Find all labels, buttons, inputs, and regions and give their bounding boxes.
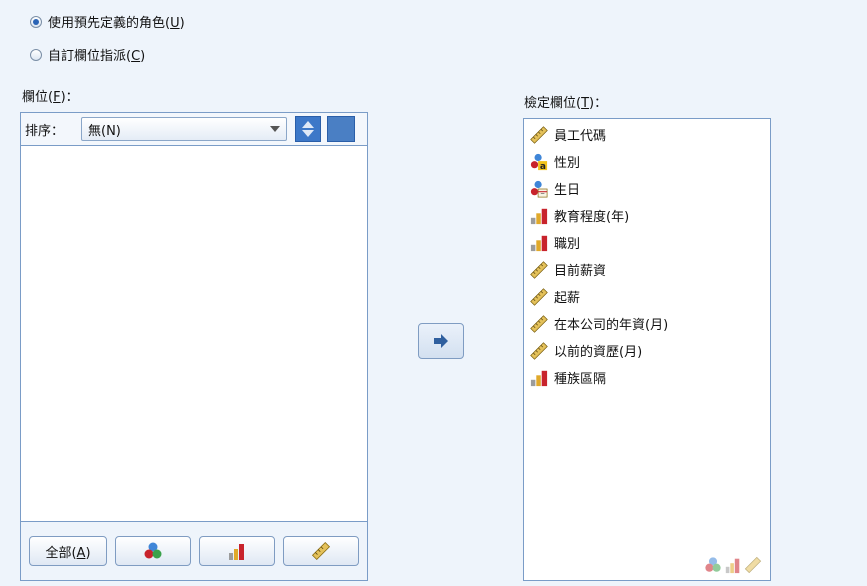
scale-ruler-icon: [530, 314, 554, 333]
svg-text:a: a: [540, 162, 546, 171]
fields-heading: 欄位(F)：: [22, 90, 79, 105]
ordinal-bar-icon: [530, 369, 554, 387]
ordinal-bar-icon: [530, 207, 554, 225]
scale-filter-button[interactable]: [283, 536, 359, 566]
fields-list[interactable]: [20, 145, 368, 522]
target-field-label: 目前薪資: [554, 264, 607, 279]
sort-select-value: 無(N): [88, 123, 121, 139]
target-field-label: 員工代碼: [554, 129, 607, 144]
target-field-item[interactable]: 職別: [530, 229, 770, 256]
target-field-item[interactable]: 目前薪資: [530, 256, 770, 283]
target-field-item[interactable]: 教育程度(年): [530, 202, 770, 229]
scale-ruler-icon: [744, 556, 762, 574]
all-button[interactable]: 全部(A): [29, 536, 107, 566]
radio-custom-assignment[interactable]: 自訂欄位指派(C): [30, 45, 145, 64]
radio-custom-label: 自訂欄位指派: [48, 49, 127, 64]
nominal-icon: [144, 542, 162, 559]
target-field-item[interactable]: 生日: [530, 175, 770, 202]
target-label: 檢定欄位: [524, 96, 577, 111]
radio-indicator-selected[interactable]: [30, 15, 42, 28]
target-field-label: 以前的資歷(月): [554, 345, 643, 360]
nominal-string-icon: a: [530, 153, 554, 171]
scale-ruler-icon: [530, 260, 554, 279]
radio-predefined-roles[interactable]: 使用預先定義的角色(U): [30, 12, 185, 31]
field-filter-bar: 全部(A): [20, 521, 368, 581]
chevron-down-icon: [270, 126, 280, 132]
nominal-icon: [705, 557, 721, 572]
target-field-label: 教育程度(年): [554, 210, 630, 225]
sort-select[interactable]: 無(N): [81, 117, 287, 141]
all-button-label: 全部: [45, 545, 72, 561]
radio-predefined-label: 使用預先定義的角色: [48, 16, 166, 31]
scale-ruler-icon: [530, 125, 554, 144]
radio-predefined-accel: U: [170, 16, 180, 31]
target-field-label: 生日: [554, 183, 581, 198]
arrow-right-icon: [434, 334, 448, 348]
ordinal-icon: [229, 544, 244, 560]
target-fields-list[interactable]: 員工代碼 a 性別生日教育程度(年) 職別目前薪資起薪在本公司的年資(月) 以前的資歷(…: [523, 118, 771, 581]
target-field-label: 職別: [554, 237, 581, 252]
target-items: 員工代碼 a 性別生日教育程度(年) 職別目前薪資起薪在本公司的年資(月) 以前的資歷(…: [524, 119, 770, 391]
move-to-target-button[interactable]: [418, 323, 464, 359]
fields-accel: F: [53, 90, 61, 105]
sort-order-toggle[interactable]: [295, 116, 321, 142]
scale-ruler-icon: [311, 541, 331, 561]
nominal-date-icon: [530, 180, 554, 198]
sort-label: 排序：: [25, 123, 65, 139]
target-heading: 檢定欄位(T)：: [524, 96, 608, 111]
target-accel: T: [581, 96, 590, 111]
target-field-label: 起薪: [554, 291, 581, 306]
fields-label: 欄位: [22, 90, 49, 105]
sort-descending-icon: [302, 130, 314, 137]
target-field-item[interactable]: a 性別: [530, 148, 770, 175]
target-field-label: 在本公司的年資(月): [554, 318, 669, 333]
target-field-label: 性別: [554, 156, 581, 171]
target-field-item[interactable]: 員工代碼: [530, 121, 770, 148]
ordinal-icon: [725, 558, 740, 574]
nominal-filter-button[interactable]: [115, 536, 191, 566]
target-field-item[interactable]: 起薪: [530, 283, 770, 310]
sort-bar: 排序： 無(N): [20, 112, 368, 146]
radio-custom-accel: C: [131, 49, 141, 64]
target-field-item[interactable]: 種族區隔: [530, 364, 770, 391]
ordinal-filter-button[interactable]: [199, 536, 275, 566]
measurement-legend: [704, 556, 762, 574]
target-field-label: 種族區隔: [554, 372, 607, 387]
target-field-item[interactable]: 在本公司的年資(月): [530, 310, 770, 337]
radio-indicator[interactable]: [30, 48, 42, 61]
ordinal-bar-icon: [530, 234, 554, 252]
sort-direction-button[interactable]: [327, 116, 355, 142]
sort-ascending-icon: [302, 121, 314, 128]
all-button-accel: A: [76, 545, 86, 561]
scale-ruler-icon: [530, 341, 554, 360]
target-field-item[interactable]: 以前的資歷(月): [530, 337, 770, 364]
scale-ruler-icon: [530, 287, 554, 306]
